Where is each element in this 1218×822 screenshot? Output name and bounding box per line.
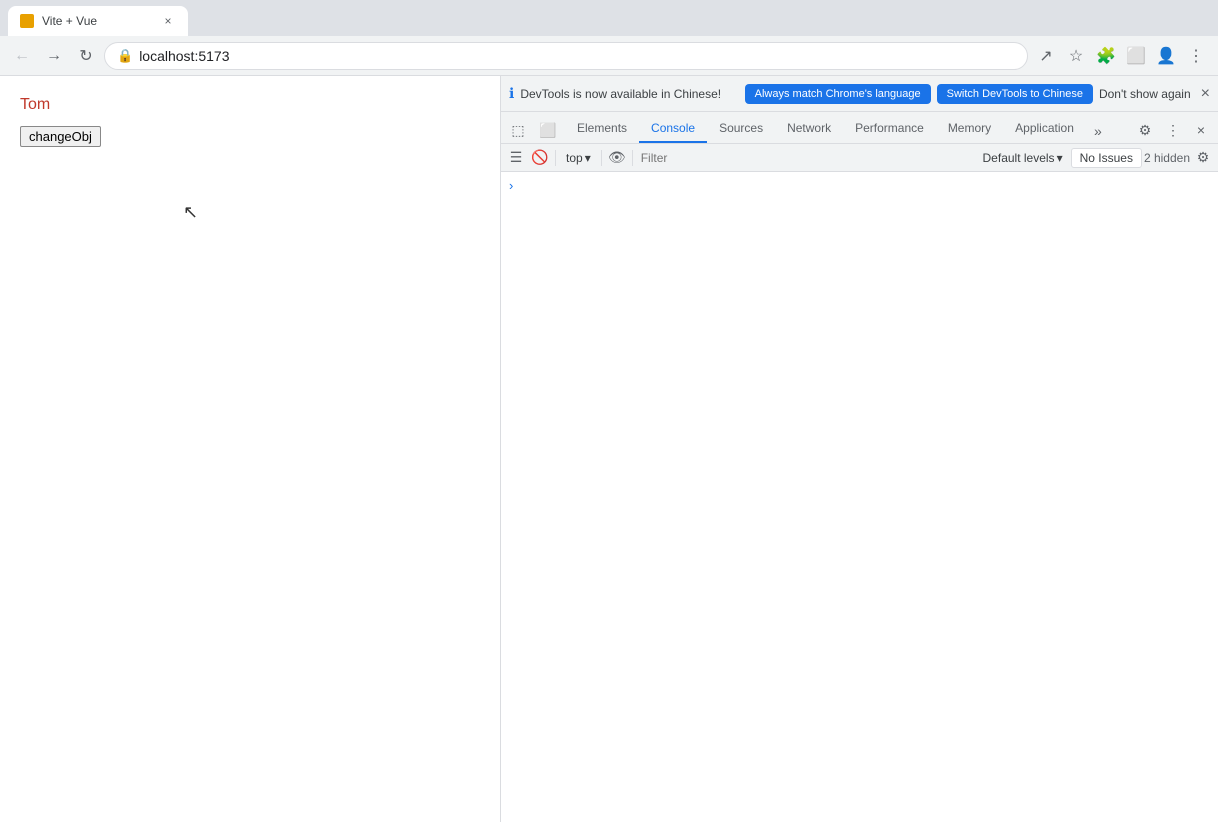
toolbar-divider [555,150,556,166]
toolbar-divider-3 [632,150,633,166]
page-content: Tom changeObj ↖ [0,76,500,822]
context-dropdown-icon: ▾ [585,151,591,165]
reload-button[interactable]: ↻ [72,42,100,70]
console-context-selector[interactable]: top ▾ [560,149,597,167]
devtools-tab-icons: ⬚ ⬜ [501,117,565,143]
split-button[interactable]: ⬜ [1122,42,1150,70]
console-prompt-row: › [501,176,1218,195]
address-bar[interactable]: 🔒 localhost:5173 [104,42,1028,70]
levels-dropdown-icon: ▾ [1057,151,1063,165]
info-icon: ℹ [509,85,514,102]
no-issues-badge: No Issues [1071,148,1142,168]
devtools-tabs-bar: ⬚ ⬜ Elements Console Sources Network [501,112,1218,144]
console-sidebar-icon[interactable]: ☰ [505,147,527,169]
tab-application[interactable]: Application [1003,115,1086,143]
tab-network[interactable]: Network [775,115,843,143]
tab-bar: Vite + Vue × [0,0,1218,36]
more-button[interactable]: ⋮ [1182,42,1210,70]
mouse-cursor: ↖ [183,202,198,223]
console-toolbar: ☰ 🚫 top ▾ 👁 Default levels ▾ No Issues 2… [501,144,1218,172]
forward-button[interactable]: → [40,42,68,70]
device-toolbar-icon[interactable]: ⬜ [535,117,561,143]
toolbar-actions: ↗ ☆ 🧩 ⬜ 👤 ⋮ [1032,42,1210,70]
devtools-right-buttons: ⚙ ⋮ × [1128,117,1218,143]
change-obj-button[interactable]: changeObj [20,126,101,147]
tab-memory[interactable]: Memory [936,115,1003,143]
devtools-tabs: Elements Console Sources Network Perform… [565,115,1128,143]
tab-title: Vite + Vue [42,14,152,28]
hidden-count: 2 hidden [1144,151,1190,165]
tab-favicon [20,14,34,28]
console-eye-icon[interactable]: 👁 [606,147,628,169]
tab-close-icon[interactable]: × [160,13,176,29]
devtools-close-icon[interactable]: × [1188,117,1214,143]
lock-icon: 🔒 [117,48,133,64]
notification-text: DevTools is now available in Chinese! [520,87,738,101]
console-settings-icon[interactable]: ⚙ [1192,147,1214,169]
console-filter-input[interactable] [637,147,975,169]
back-button[interactable]: ← [8,42,36,70]
active-tab[interactable]: Vite + Vue × [8,6,188,36]
devtools-notification-bar: ℹ DevTools is now available in Chinese! … [501,76,1218,112]
url-text: localhost:5173 [139,48,229,64]
profile-button[interactable]: 👤 [1152,42,1180,70]
devtools-settings-icon[interactable]: ⚙ [1132,117,1158,143]
tab-performance[interactable]: Performance [843,115,936,143]
more-tabs-button[interactable]: » [1086,119,1110,143]
inspect-element-icon[interactable]: ⬚ [505,117,531,143]
tab-sources[interactable]: Sources [707,115,775,143]
share-button[interactable]: ↗ [1032,42,1060,70]
switch-devtools-button[interactable]: Switch DevTools to Chinese [937,84,1093,104]
toolbar-divider-2 [601,150,602,166]
tab-elements[interactable]: Elements [565,115,639,143]
dont-show-again-link[interactable]: Don't show again [1099,87,1191,101]
notification-close-icon[interactable]: × [1201,85,1210,103]
devtools-panel: ℹ DevTools is now available in Chinese! … [500,76,1218,822]
main-area: Tom changeObj ↖ ℹ DevTools is now availa… [0,76,1218,822]
console-expand-arrow[interactable]: › [509,178,513,193]
bookmark-button[interactable]: ☆ [1062,42,1090,70]
match-language-button[interactable]: Always match Chrome's language [745,84,931,104]
extensions-button[interactable]: 🧩 [1092,42,1120,70]
console-levels-button[interactable]: Default levels ▾ [977,149,1069,167]
console-clear-icon[interactable]: 🚫 [529,147,551,169]
page-name-text: Tom [20,96,480,114]
console-body: › [501,172,1218,822]
tab-console[interactable]: Console [639,115,707,143]
browser-toolbar: ← → ↻ 🔒 localhost:5173 ↗ ☆ 🧩 ⬜ 👤 ⋮ [0,36,1218,76]
devtools-more-icon[interactable]: ⋮ [1160,117,1186,143]
